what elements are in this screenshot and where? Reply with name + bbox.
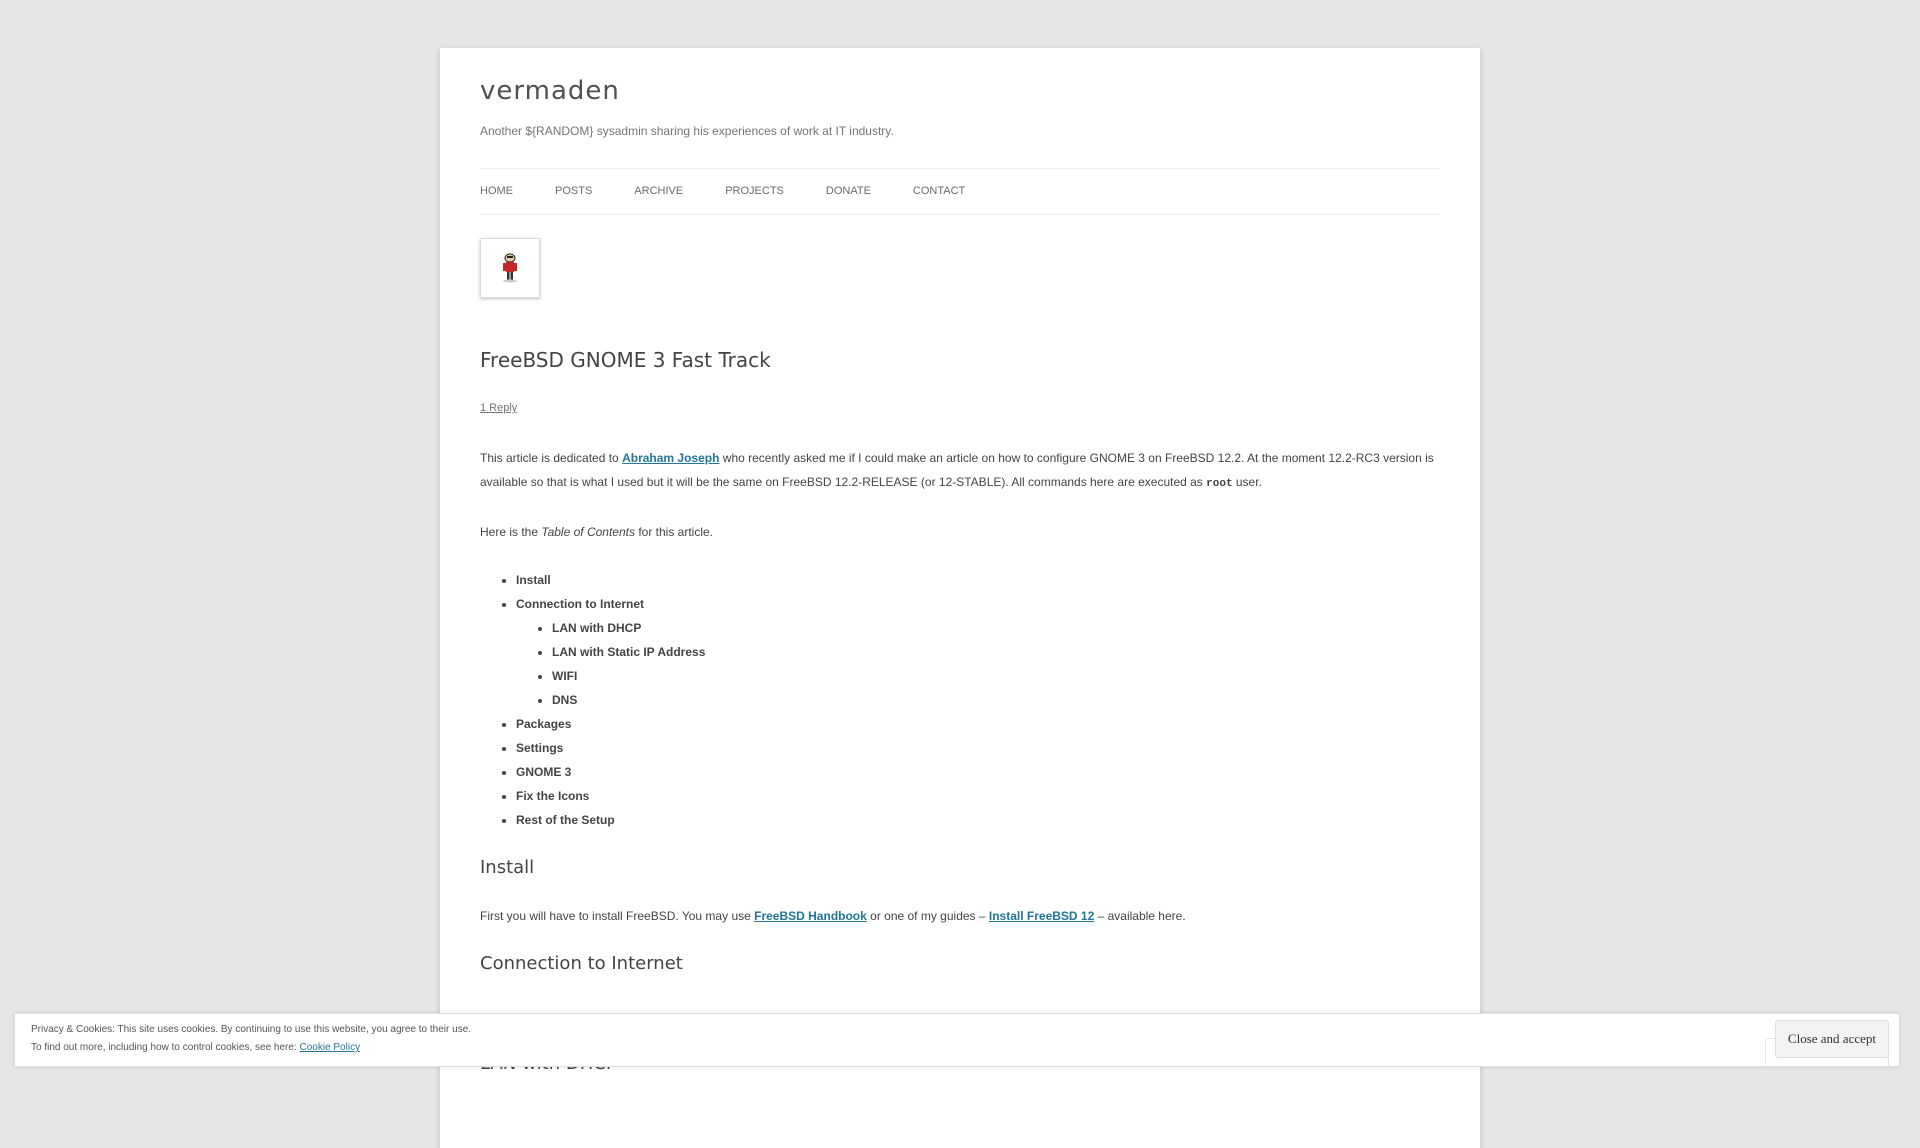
- author-avatar: [480, 238, 540, 298]
- nav-archive[interactable]: ARCHIVE: [634, 169, 683, 214]
- install-text-a: First you will have to install FreeBSD. …: [480, 909, 755, 923]
- intro-text-c: user.: [1232, 475, 1262, 489]
- close-and-accept-button[interactable]: Close and accept: [1774, 1020, 1889, 1058]
- cookie-banner: Privacy & Cookies: This site uses cookie…: [14, 1013, 1900, 1070]
- site-title[interactable]: vermaden: [480, 76, 620, 106]
- install-text-b: or one of my guides –: [866, 909, 989, 923]
- nav-donate[interactable]: DONATE: [826, 169, 871, 214]
- nav-contact[interactable]: CONTACT: [913, 169, 965, 214]
- nav-projects[interactable]: PROJECTS: [725, 169, 784, 214]
- toc-item[interactable]: Connection to Internet LAN with DHCP LAN…: [516, 592, 1440, 712]
- toc-intro-b: for this article.: [634, 525, 714, 539]
- page-container: vermaden Another ${RANDOM} sysadmin shar…: [440, 48, 1480, 1148]
- toc-sublist: LAN with DHCP LAN with Static IP Address…: [516, 616, 1440, 712]
- toc-subitem[interactable]: LAN with DHCP: [552, 616, 1440, 640]
- nav-posts[interactable]: POSTS: [555, 169, 592, 214]
- main-navigation: HOME POSTS ARCHIVE PROJECTS DONATE CONTA…: [480, 168, 1440, 215]
- cookie-text-line2: To find out more, including how to contr…: [31, 1042, 360, 1053]
- toc-intro: Here is the Table of Contents for this a…: [480, 520, 1440, 544]
- toc-item[interactable]: Packages: [516, 712, 1440, 736]
- cookie-policy-link[interactable]: Cookie Policy: [299, 1042, 360, 1053]
- toc-subitem[interactable]: LAN with Static IP Address: [552, 640, 1440, 664]
- install-paragraph: First you will have to install FreeBSD. …: [480, 904, 1440, 928]
- freebsd-handbook-link[interactable]: FreeBSD Handbook: [754, 909, 867, 923]
- connection-heading: Connection to Internet: [480, 953, 683, 974]
- post-title[interactable]: FreeBSD GNOME 3 Fast Track: [480, 348, 771, 372]
- toc-item[interactable]: Settings: [516, 736, 1440, 760]
- toc-item[interactable]: GNOME 3: [516, 760, 1440, 784]
- toc-item[interactable]: Rest of the Setup: [516, 808, 1440, 832]
- toc-item-label[interactable]: Connection to Internet: [516, 597, 644, 611]
- toc-item[interactable]: Install: [516, 568, 1440, 592]
- reply-link[interactable]: 1 Reply: [480, 402, 517, 414]
- site-description: Another ${RANDOM} sysadmin sharing his e…: [480, 124, 894, 138]
- toc-subitem[interactable]: WIFI: [552, 664, 1440, 688]
- toc-intro-a: Here is the: [480, 525, 542, 539]
- table-of-contents: Install Connection to Internet LAN with …: [480, 568, 1440, 832]
- post-content: This article is dedicated to Abraham Jos…: [480, 446, 1440, 1100]
- intro-paragraph: This article is dedicated to Abraham Jos…: [480, 446, 1440, 496]
- toc-intro-em: Table of Contents: [541, 525, 635, 539]
- author-avatar-icon: [503, 253, 517, 283]
- install-freebsd12-link[interactable]: Install FreeBSD 12: [989, 909, 1094, 923]
- nav-home[interactable]: HOME: [480, 169, 513, 214]
- abraham-joseph-link[interactable]: Abraham Joseph: [622, 451, 719, 465]
- root-code: root: [1206, 478, 1233, 490]
- intro-text-a: This article is dedicated to: [480, 451, 623, 465]
- cookie-text-line2-label: To find out more, including how to contr…: [31, 1042, 300, 1053]
- toc-item[interactable]: Fix the Icons: [516, 784, 1440, 808]
- install-heading: Install: [480, 857, 535, 878]
- toc-subitem[interactable]: DNS: [552, 688, 1440, 712]
- cookie-text-line1: Privacy & Cookies: This site uses cookie…: [31, 1024, 472, 1035]
- install-text-c: – available here.: [1094, 909, 1186, 923]
